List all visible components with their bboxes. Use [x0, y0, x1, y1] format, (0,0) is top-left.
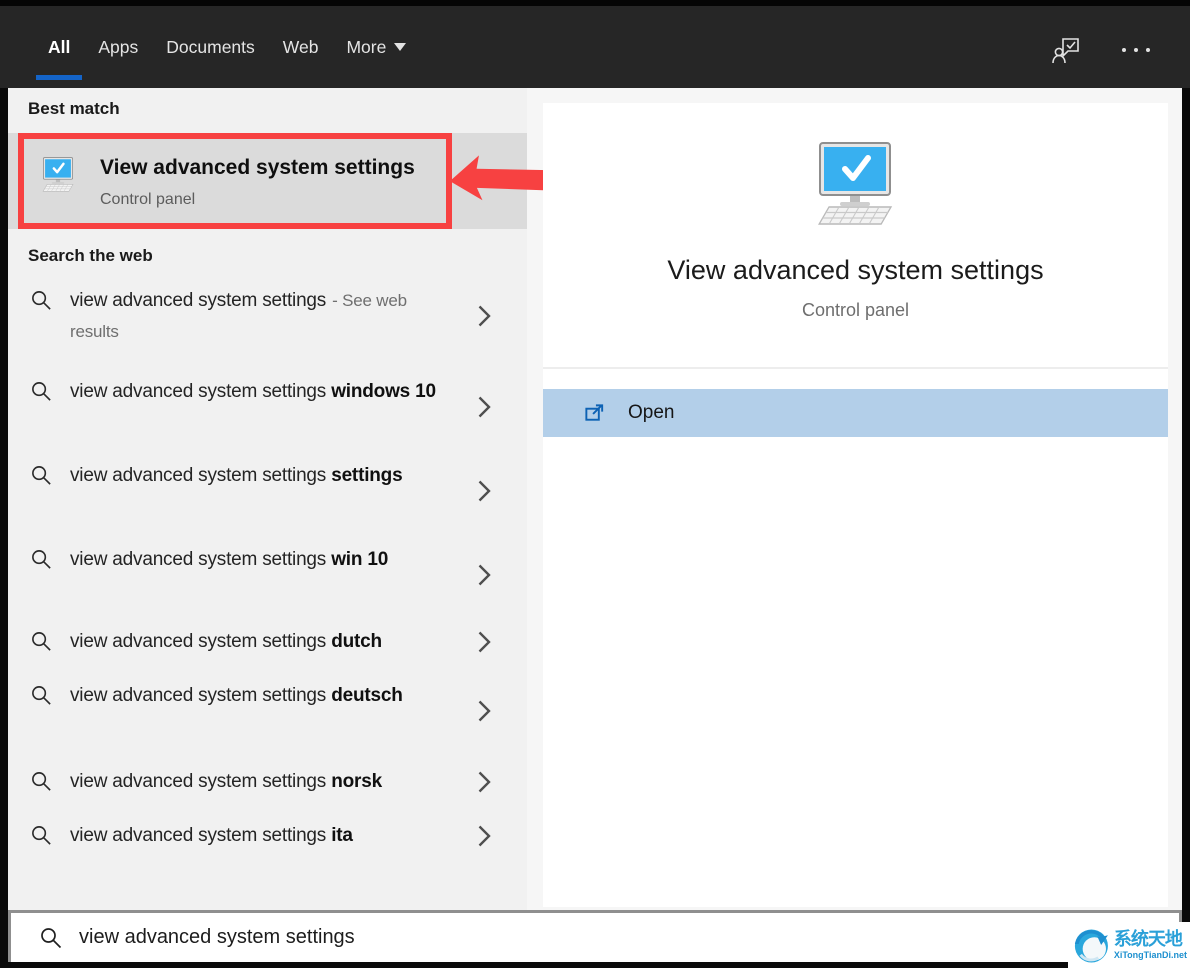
chevron-right-icon: [478, 396, 491, 418]
results-pane: Best match View advanced system se: [8, 88, 527, 910]
preview-title: View advanced system settings: [543, 255, 1168, 286]
best-match-result[interactable]: View advanced system settings Control pa…: [8, 133, 527, 229]
search-the-web-header: Search the web: [28, 246, 153, 266]
search-icon: [30, 548, 53, 571]
tab-more-label: More: [346, 37, 386, 58]
feedback-icon[interactable]: [1052, 35, 1082, 65]
suggestion-text: view advanced system settings ita: [70, 820, 444, 851]
annotation-highlight-box: [18, 133, 452, 229]
preview-panel: View advanced system settings Control pa…: [543, 103, 1168, 907]
watermark-domain: XiTongTianDi.net: [1114, 951, 1187, 960]
search-icon: [30, 380, 53, 403]
chevron-right-icon: [478, 825, 491, 847]
chevron-right-icon: [478, 631, 491, 653]
chevron-right-icon: [478, 700, 491, 722]
search-icon: [39, 926, 63, 950]
tab-apps-label: Apps: [98, 37, 138, 58]
tab-more[interactable]: More: [332, 6, 420, 88]
top-bar-actions: [1052, 6, 1150, 94]
advanced-system-settings-icon: [33, 155, 83, 201]
watermark: 系统天地 XiTongTianDi.net: [1068, 922, 1190, 968]
search-top-bar: All Apps Documents Web More: [0, 0, 1190, 88]
search-icon: [30, 770, 53, 793]
tab-documents-label: Documents: [166, 37, 255, 58]
watermark-text: 系统天地 XiTongTianDi.net: [1114, 930, 1187, 960]
watermark-title: 系统天地: [1114, 930, 1187, 948]
suggestion-text: view advanced system settings deutsch: [70, 680, 444, 711]
tab-web-label: Web: [283, 37, 319, 58]
suggestion-text: view advanced system settings win 10: [70, 544, 444, 575]
open-icon: [583, 402, 606, 425]
watermark-logo-icon: [1071, 924, 1112, 966]
search-input[interactable]: [79, 926, 719, 949]
filter-tabs: All Apps Documents Web More: [34, 6, 420, 88]
chevron-right-icon: [478, 564, 491, 586]
tab-web[interactable]: Web: [269, 6, 333, 88]
chevron-right-icon: [478, 305, 491, 327]
preview-subtitle: Control panel: [543, 300, 1168, 321]
best-match-subtitle: Control panel: [100, 191, 195, 209]
tab-documents[interactable]: Documents: [152, 6, 269, 88]
chevron-right-icon: [478, 480, 491, 502]
search-icon: [30, 824, 53, 847]
tab-apps[interactable]: Apps: [84, 6, 152, 88]
search-icon: [30, 684, 53, 707]
search-icon: [30, 289, 53, 312]
more-options-icon[interactable]: [1122, 48, 1150, 52]
open-label: Open: [628, 402, 674, 424]
tab-all[interactable]: All: [34, 6, 84, 88]
suggestion-text: view advanced system settings- See web r…: [70, 285, 444, 347]
chevron-down-icon: [394, 43, 406, 51]
search-bar: [8, 910, 1182, 962]
search-icon: [30, 464, 53, 487]
best-match-header: Best match: [28, 99, 120, 119]
suggestion-text: view advanced system settings dutch: [70, 626, 444, 657]
suggestion-text: view advanced system settings norsk: [70, 766, 444, 797]
advanced-system-settings-icon-large: [795, 141, 915, 243]
divider: [543, 367, 1168, 369]
suggestion-text: view advanced system settings settings: [70, 460, 444, 491]
search-icon: [30, 630, 53, 653]
chevron-right-icon: [478, 771, 491, 793]
tab-all-label: All: [48, 37, 70, 58]
open-action[interactable]: Open: [543, 389, 1168, 437]
suggestion-text: view advanced system settings windows 10: [70, 376, 444, 407]
best-match-title: View advanced system settings: [100, 156, 415, 180]
